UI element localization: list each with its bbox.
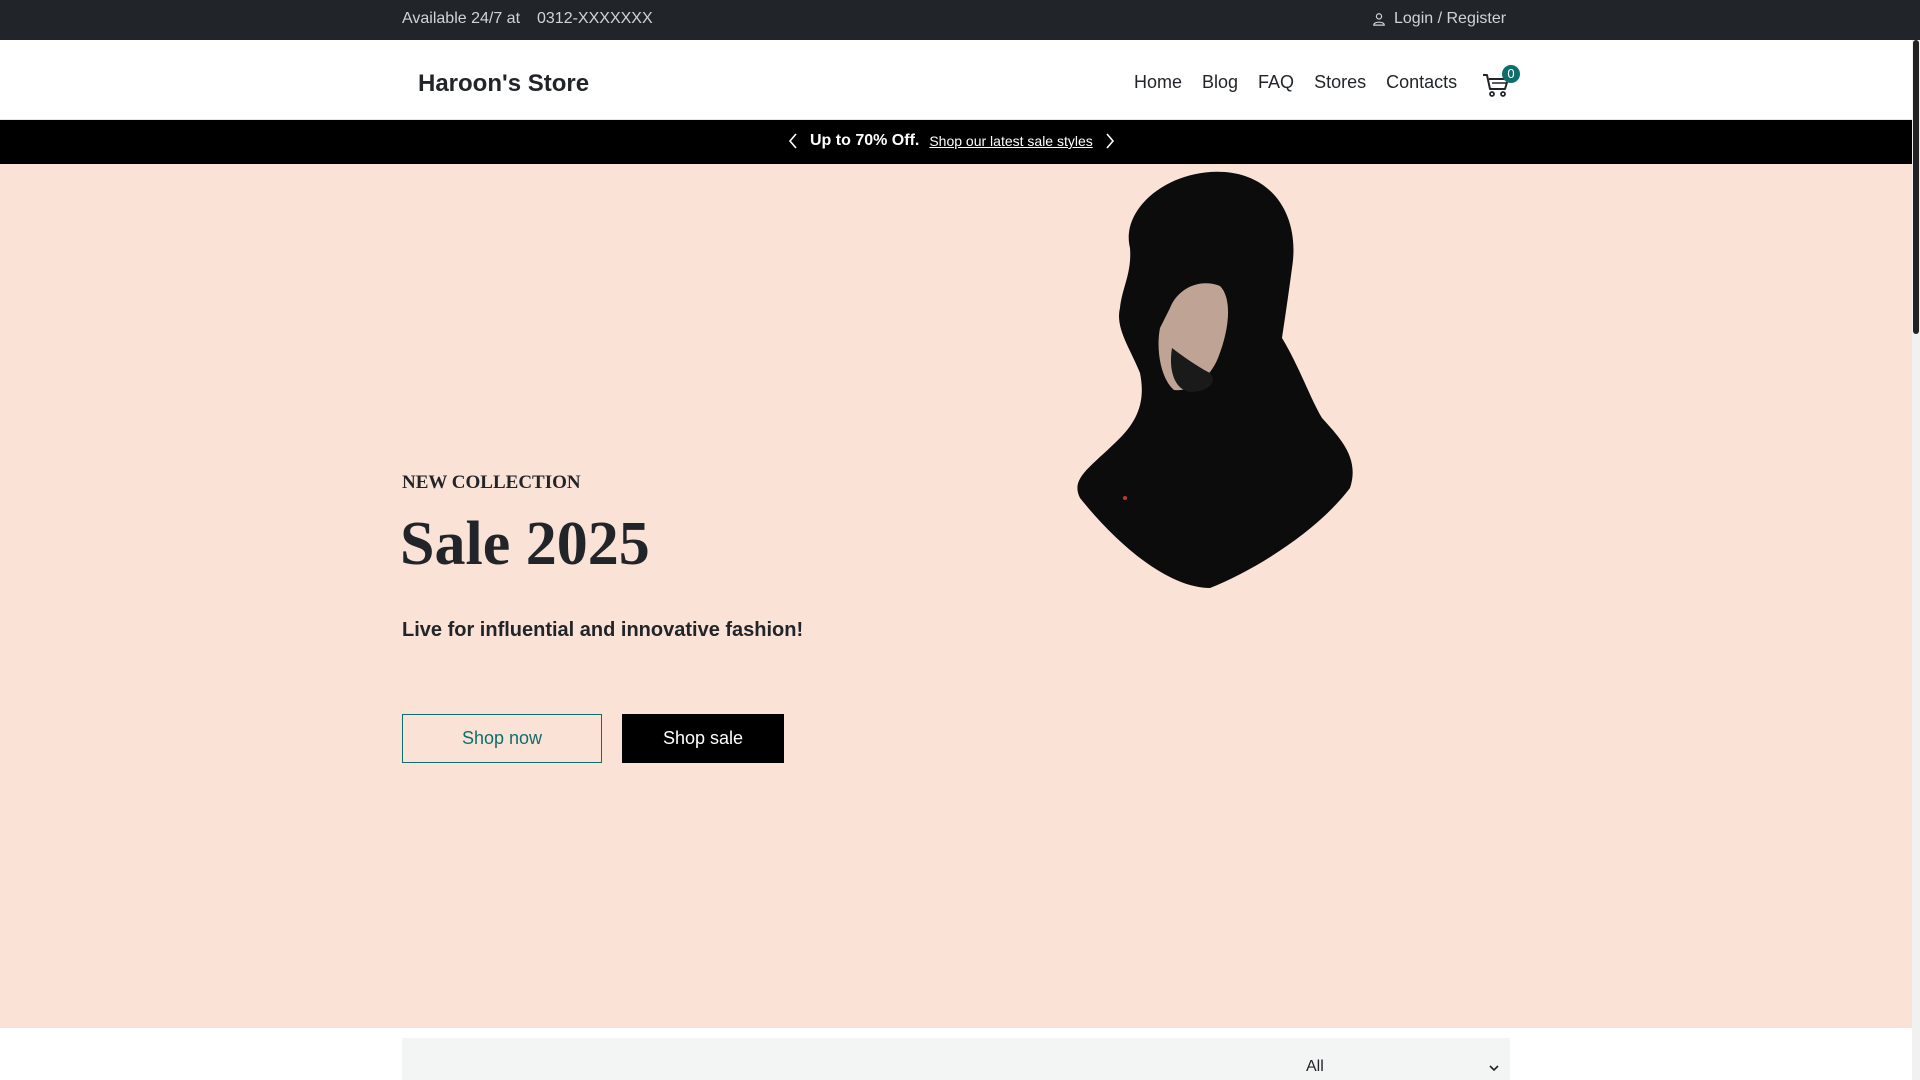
availability-text: Available 24/7 at	[402, 10, 521, 27]
scrollbar-thumb[interactable]	[1913, 40, 1919, 334]
cart-count-badge: 0	[1502, 65, 1520, 83]
top-info-bar: Available 24/7 at 0312-XXXXXXX Login / R…	[0, 0, 1920, 40]
user-icon	[1373, 13, 1385, 26]
nav-stores[interactable]: Stores	[1314, 72, 1366, 93]
page: Available 24/7 at 0312-XXXXXXX Login / R…	[0, 0, 1920, 1080]
category-select-value: All	[1306, 1058, 1324, 1075]
cart-button[interactable]: 0	[1482, 65, 1520, 98]
shop-now-button[interactable]: Shop now	[402, 714, 602, 763]
promo-link[interactable]: Shop our latest sale styles	[929, 133, 1092, 149]
chevron-right-icon[interactable]	[1103, 132, 1117, 150]
hero-eyebrow: NEW COLLECTION	[402, 472, 581, 493]
nav-blog[interactable]: Blog	[1202, 72, 1238, 93]
promo-headline: Up to 70% Off.	[810, 132, 920, 149]
category-select[interactable]: All	[1302, 1058, 1502, 1080]
login-register-link[interactable]: Login / Register	[1372, 10, 1506, 28]
chevron-left-icon[interactable]	[786, 132, 800, 150]
hero-tagline: Live for influential and innovative fash…	[402, 619, 804, 641]
brand-logo[interactable]: Haroon's Store	[418, 70, 589, 98]
hero-title: Sale 2025	[400, 510, 650, 578]
login-register-label: Login / Register	[1394, 10, 1507, 27]
nav-home[interactable]: Home	[1134, 72, 1182, 93]
shop-sale-button[interactable]: Shop sale	[622, 714, 784, 763]
product-filter-bar: All	[402, 1038, 1510, 1080]
chevron-down-icon	[1489, 1065, 1499, 1072]
nav-faq[interactable]: FAQ	[1258, 72, 1294, 93]
page-scrollbar[interactable]	[1912, 40, 1920, 1080]
hero-portrait-image	[1077, 171, 1353, 588]
site-header: Haroon's Store Home Blog FAQ Stores Cont…	[0, 40, 1912, 120]
phone-number[interactable]: 0312-XXXXXXX	[537, 10, 653, 28]
hero-section: NEW COLLECTION Sale 2025 Live for influe…	[0, 164, 1912, 1028]
nav-contacts[interactable]: Contacts	[1386, 72, 1457, 93]
promo-banner: Up to 70% Off. Shop our latest sale styl…	[0, 120, 1912, 164]
main-nav: Home Blog FAQ Stores Contacts	[1134, 72, 1457, 93]
